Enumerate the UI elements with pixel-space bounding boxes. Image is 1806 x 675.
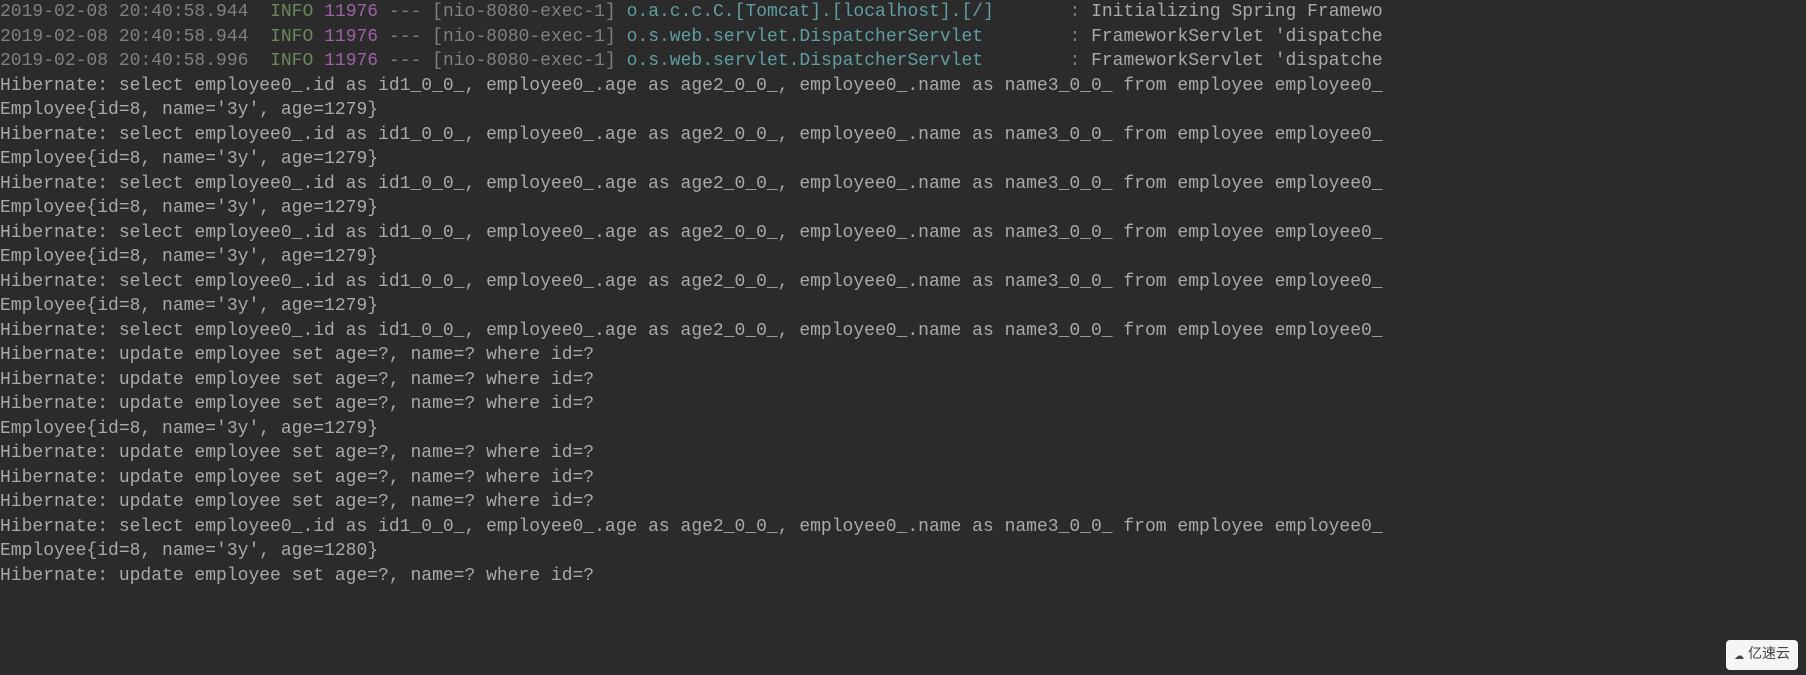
watermark-badge: ☁ 亿速云 xyxy=(1726,640,1798,671)
spring-log-line: 2019-02-08 20:40:58.944 INFO 11976 --- [… xyxy=(0,0,1806,25)
plain-log-line: Hibernate: update employee set age=?, na… xyxy=(0,343,1806,368)
console-log-output[interactable]: 2019-02-08 20:40:58.944 INFO 11976 --- [… xyxy=(0,0,1806,588)
colon-sep: : xyxy=(1059,27,1091,47)
plain-log-line: Employee{id=8, name='3y', age=1279} xyxy=(0,417,1806,442)
plain-log-line: Employee{id=8, name='3y', age=1279} xyxy=(0,196,1806,221)
separator: --- xyxy=(389,2,421,22)
plain-log-line: Hibernate: select employee0_.id as id1_0… xyxy=(0,270,1806,295)
plain-log-line: Hibernate: select employee0_.id as id1_0… xyxy=(0,123,1806,148)
plain-log-line: Hibernate: update employee set age=?, na… xyxy=(0,392,1806,417)
process-id: 11976 xyxy=(324,2,378,22)
separator: --- xyxy=(389,51,421,71)
process-id: 11976 xyxy=(324,51,378,71)
plain-log-line: Hibernate: select employee0_.id as id1_0… xyxy=(0,74,1806,99)
thread-name: [nio-8080-exec-1] xyxy=(432,2,616,22)
watermark-text: 亿速云 xyxy=(1748,643,1790,668)
plain-log-line: Hibernate: select employee0_.id as id1_0… xyxy=(0,319,1806,344)
timestamp: 2019-02-08 20:40:58.996 xyxy=(0,51,248,71)
spring-log-line: 2019-02-08 20:40:58.944 INFO 11976 --- [… xyxy=(0,25,1806,50)
plain-log-line: Employee{id=8, name='3y', age=1280} xyxy=(0,539,1806,564)
plain-log-line: Employee{id=8, name='3y', age=1279} xyxy=(0,245,1806,270)
colon-sep: : xyxy=(1059,2,1091,22)
timestamp: 2019-02-08 20:40:58.944 xyxy=(0,27,248,47)
plain-log-line: Employee{id=8, name='3y', age=1279} xyxy=(0,294,1806,319)
log-message: Initializing Spring Framewo xyxy=(1091,2,1383,22)
spring-log-line: 2019-02-08 20:40:58.996 INFO 11976 --- [… xyxy=(0,49,1806,74)
colon-sep: : xyxy=(1059,51,1091,71)
log-message: FrameworkServlet 'dispatche xyxy=(1091,27,1383,47)
logger-name: o.a.c.c.C.[Tomcat].[localhost].[/] xyxy=(627,2,1059,22)
plain-log-line: Hibernate: select employee0_.id as id1_0… xyxy=(0,172,1806,197)
log-level: INFO xyxy=(270,2,313,22)
thread-name: [nio-8080-exec-1] xyxy=(432,27,616,47)
plain-log-line: Hibernate: update employee set age=?, na… xyxy=(0,490,1806,515)
plain-log-line: Employee{id=8, name='3y', age=1279} xyxy=(0,98,1806,123)
thread-name: [nio-8080-exec-1] xyxy=(432,51,616,71)
plain-log-line: Hibernate: select employee0_.id as id1_0… xyxy=(0,221,1806,246)
log-message: FrameworkServlet 'dispatche xyxy=(1091,51,1383,71)
plain-log-line: Hibernate: update employee set age=?, na… xyxy=(0,466,1806,491)
logger-name: o.s.web.servlet.DispatcherServlet xyxy=(627,51,1059,71)
process-id: 11976 xyxy=(324,27,378,47)
cloud-icon: ☁ xyxy=(1734,643,1744,668)
log-level: INFO xyxy=(270,27,313,47)
plain-log-line: Hibernate: select employee0_.id as id1_0… xyxy=(0,515,1806,540)
timestamp: 2019-02-08 20:40:58.944 xyxy=(0,2,248,22)
log-level: INFO xyxy=(270,51,313,71)
plain-log-line: Hibernate: update employee set age=?, na… xyxy=(0,564,1806,589)
plain-log-line: Hibernate: update employee set age=?, na… xyxy=(0,368,1806,393)
separator: --- xyxy=(389,27,421,47)
plain-log-line: Hibernate: update employee set age=?, na… xyxy=(0,441,1806,466)
plain-log-line: Employee{id=8, name='3y', age=1279} xyxy=(0,147,1806,172)
logger-name: o.s.web.servlet.DispatcherServlet xyxy=(627,27,1059,47)
